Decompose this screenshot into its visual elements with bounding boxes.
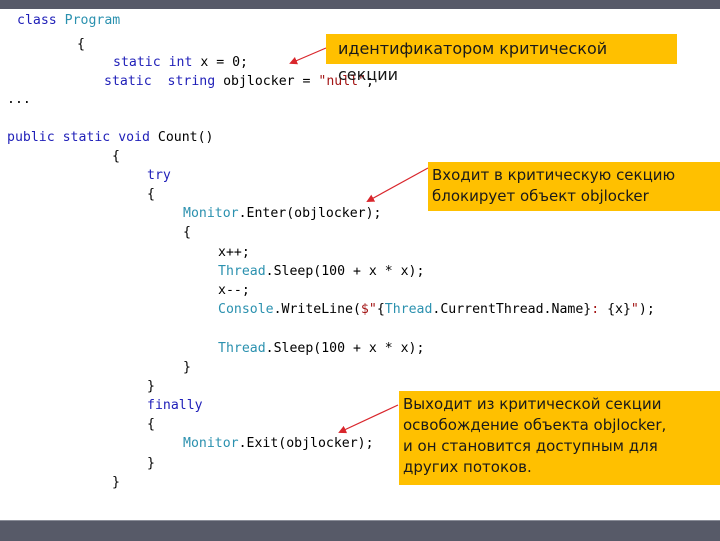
callout-exit: Выходит из критической секции освобожден… (399, 391, 720, 485)
callout-text: блокирует объект objlocker (432, 187, 649, 205)
slide-bottom-bar (0, 520, 720, 541)
callout-text: других потоков. (403, 458, 532, 476)
callout-text: и он становится доступным для (403, 437, 658, 455)
callout-text: Входит в критическую секцию (432, 166, 676, 184)
arrow-enter (366, 167, 429, 202)
callout-text: освобождение объекта objlocker, (403, 416, 667, 434)
arrow-exit (338, 404, 399, 434)
callout-text: Выходит из критической секции (403, 395, 662, 413)
callout-enter: Входит в критическую секцию блокирует об… (428, 162, 720, 211)
arrow-identifier (289, 47, 327, 65)
callout-identifier: идентификатором критической секции (326, 34, 677, 84)
